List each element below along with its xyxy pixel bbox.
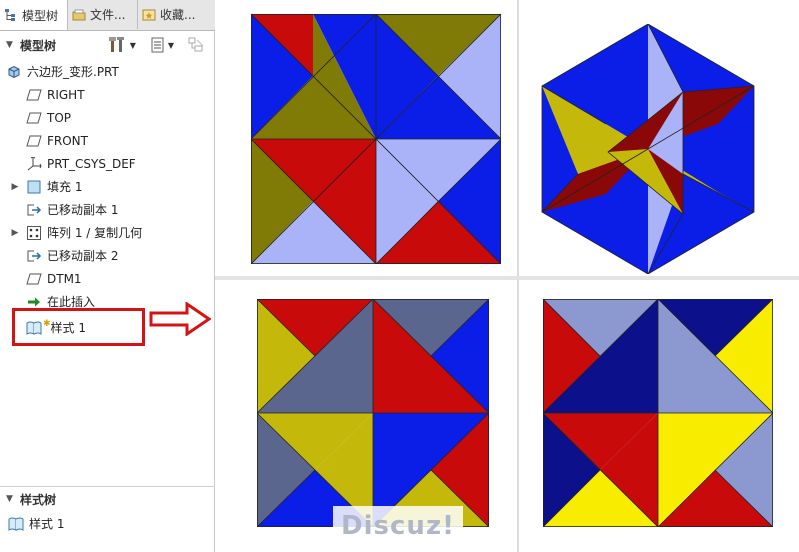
highlight-box — [12, 308, 145, 346]
tree-item-label: 填充 1 — [47, 180, 83, 194]
tree-item-label: 已移动副本 2 — [47, 249, 119, 263]
pattern-icon — [26, 225, 42, 240]
tree-item-label: 已移动副本 1 — [47, 203, 119, 217]
folder-icon — [72, 9, 86, 20]
expand-arrow-icon[interactable]: ▶ — [10, 228, 20, 238]
tree-item-pattern[interactable]: ▶ 阵列 1 / 复制几何 — [0, 221, 215, 244]
tree-item-label: PRT_CSYS_DEF — [47, 156, 136, 171]
style-tree-title: 样式树 — [20, 492, 57, 507]
tab-favorites[interactable]: 收藏... — [138, 0, 215, 29]
tree-item-top[interactable]: TOP — [0, 106, 215, 129]
filter-disabled-icon[interactable] — [188, 37, 204, 53]
dropdown-arrow-icon: ▼ — [167, 40, 174, 50]
tree-item-label: 阵列 1 / 复制几何 — [47, 226, 143, 240]
viewport-square-3[interactable] — [543, 299, 773, 527]
csys-icon — [26, 156, 42, 171]
viewport-square-1[interactable] — [251, 14, 501, 264]
dropdown-arrow-icon: ▼ — [129, 40, 136, 50]
viewport-square-2[interactable] — [257, 299, 489, 527]
datum-plane-icon — [26, 111, 42, 125]
tree-item-fill[interactable]: ▶ 填充 1 — [0, 175, 215, 198]
tree-item-front[interactable]: FRONT — [0, 129, 215, 152]
collapse-chevron-icon[interactable]: ▼ — [6, 40, 16, 50]
left-panel: 模型树 文件... 收藏... ▼ 模型树 ▼ ▼ 六边形_变形.PRT RIG… — [0, 0, 215, 552]
tab-label: 文件... — [90, 8, 126, 22]
tab-label: 模型树 — [22, 8, 59, 23]
expand-arrow-icon[interactable]: ▶ — [10, 182, 20, 192]
tree-item-dtm1[interactable]: DTM1 — [0, 267, 215, 290]
model-tree: 六边形_变形.PRT RIGHT TOP FRONT PRT_CSYS_DEF — [0, 60, 215, 339]
style-tree: 样式 1 — [0, 512, 215, 535]
datum-plane-icon — [26, 272, 42, 286]
tools-icon — [108, 37, 124, 52]
viewport-hexagon[interactable] — [538, 24, 758, 274]
model-tree-icon — [5, 9, 15, 21]
tree-item-label: RIGHT — [47, 87, 85, 102]
tree-item-part[interactable]: 六边形_变形.PRT — [0, 60, 215, 83]
style-icon — [8, 517, 24, 531]
tree-item-label: FRONT — [47, 133, 88, 148]
moved-copy-icon — [26, 249, 42, 263]
watermark-text: Discuz! — [341, 511, 455, 541]
tab-label: 收藏... — [160, 8, 196, 22]
tree-item-label: 样式 1 — [29, 517, 65, 531]
favorites-icon — [142, 9, 156, 20]
list-options-icon — [151, 37, 164, 53]
watermark: Discuz! — [333, 506, 463, 546]
insert-here-icon — [26, 295, 42, 309]
collapse-chevron-icon[interactable]: ▼ — [6, 494, 16, 504]
tree-item-moved-copy-1[interactable]: 已移动副本 1 — [0, 198, 215, 221]
tree-item-right[interactable]: RIGHT — [0, 83, 215, 106]
settings-tools-button[interactable]: ▼ — [108, 36, 136, 54]
navigator-tabs: 模型树 文件... 收藏... — [0, 0, 215, 31]
model-tree-title: 模型树 — [20, 38, 57, 53]
show-options-button[interactable]: ▼ — [150, 37, 174, 53]
tree-item-moved-copy-2[interactable]: 已移动副本 2 — [0, 244, 215, 267]
style-tree-item[interactable]: 样式 1 — [0, 512, 215, 535]
model-tree-toolbar: ▼ ▼ — [108, 36, 204, 54]
section-divider — [0, 486, 215, 487]
tab-model-tree[interactable]: 模型树 — [0, 0, 68, 30]
moved-copy-icon — [26, 203, 42, 217]
fill-icon — [26, 180, 42, 194]
tab-folder-browser[interactable]: 文件... — [68, 0, 138, 29]
style-tree-header[interactable]: ▼ 样式树 — [0, 488, 215, 510]
viewport-divider — [215, 276, 799, 280]
tree-item-csys[interactable]: PRT_CSYS_DEF — [0, 152, 215, 175]
tree-item-label: DTM1 — [47, 271, 82, 286]
part-icon — [6, 65, 22, 79]
annotation-arrow-icon — [149, 302, 211, 336]
tree-item-label: TOP — [47, 110, 72, 125]
tree-item-label: 六边形_变形.PRT — [27, 65, 119, 79]
datum-plane-icon — [26, 134, 42, 148]
datum-plane-icon — [26, 88, 42, 102]
